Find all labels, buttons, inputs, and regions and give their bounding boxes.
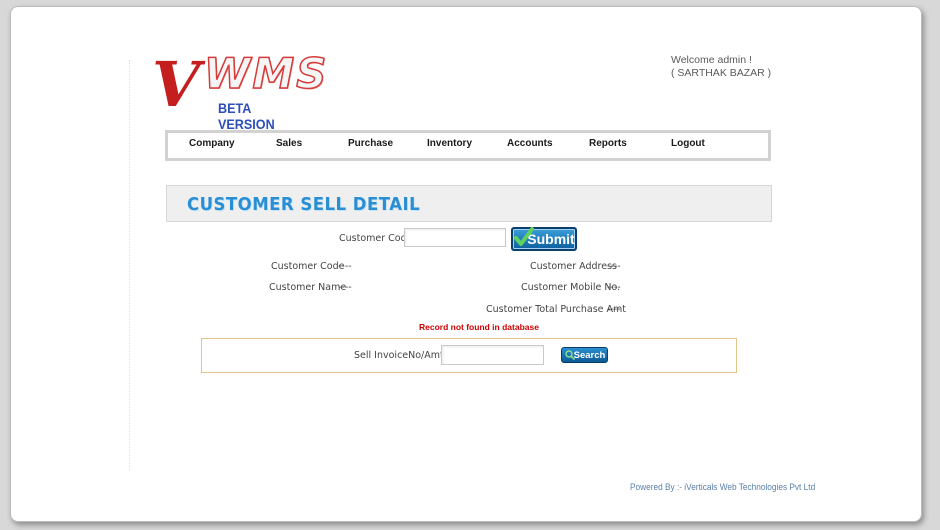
invoice-search-input[interactable] <box>441 345 544 365</box>
info-mobile-label: Customer Mobile No. <box>521 282 621 293</box>
submit-label: Submit <box>527 231 575 247</box>
info-address-label: Customer Address <box>530 261 617 272</box>
page-frame <box>10 6 922 522</box>
nav-company[interactable]: Company <box>189 138 235 149</box>
check-icon <box>514 227 534 246</box>
search-button[interactable]: Search <box>561 347 608 363</box>
welcome-user: Welcome admin ! <box>671 54 752 66</box>
status-message: Record not found in database <box>419 322 539 332</box>
welcome-store: ( SARTHAK BAZAR ) <box>671 67 772 79</box>
logo-v-mark: V <box>152 48 201 121</box>
nav-inventory[interactable]: Inventory <box>427 138 472 149</box>
info-address-value: ---- <box>607 261 621 272</box>
info-code-label: Customer Code <box>271 261 345 272</box>
nav-reports[interactable]: Reports <box>589 138 627 149</box>
invoice-search-label: Sell InvoiceNo/Amt : <box>354 350 450 361</box>
info-name-value: ---- <box>338 282 352 293</box>
page-title-bar: CUSTOMER SELL DETAIL <box>166 185 772 222</box>
beta-version-label: BETA VERSION <box>218 100 275 132</box>
logo-wms-text: WMS <box>203 49 329 98</box>
search-label: Search <box>573 349 606 361</box>
nav-sales[interactable]: Sales <box>276 138 302 149</box>
welcome-text: Welcome admin ! ( SARTHAK BAZAR ) <box>671 54 771 80</box>
footer-credit: Powered By :- iVerticals Web Technologie… <box>630 482 816 492</box>
customer-code-input[interactable] <box>404 228 506 247</box>
submit-button[interactable]: Submit <box>511 227 577 251</box>
info-total-value: ---- <box>607 304 621 315</box>
nav-purchase[interactable]: Purchase <box>348 138 393 149</box>
info-code-value: ---- <box>338 261 352 272</box>
info-total-label: Customer Total Purchase Amt <box>486 304 627 315</box>
guide-line <box>129 60 130 470</box>
wms-logo: V WMS BETA VERSION <box>152 48 327 132</box>
page-title: CUSTOMER SELL DETAIL <box>187 194 421 215</box>
nav-logout[interactable]: Logout <box>671 138 705 149</box>
search-icon <box>565 350 575 360</box>
info-name-label: Customer Name <box>269 282 347 293</box>
main-nav: Company Sales Purchase Inventory Account… <box>165 130 771 161</box>
info-mobile-value: ---- <box>607 282 621 293</box>
nav-accounts[interactable]: Accounts <box>507 138 553 149</box>
